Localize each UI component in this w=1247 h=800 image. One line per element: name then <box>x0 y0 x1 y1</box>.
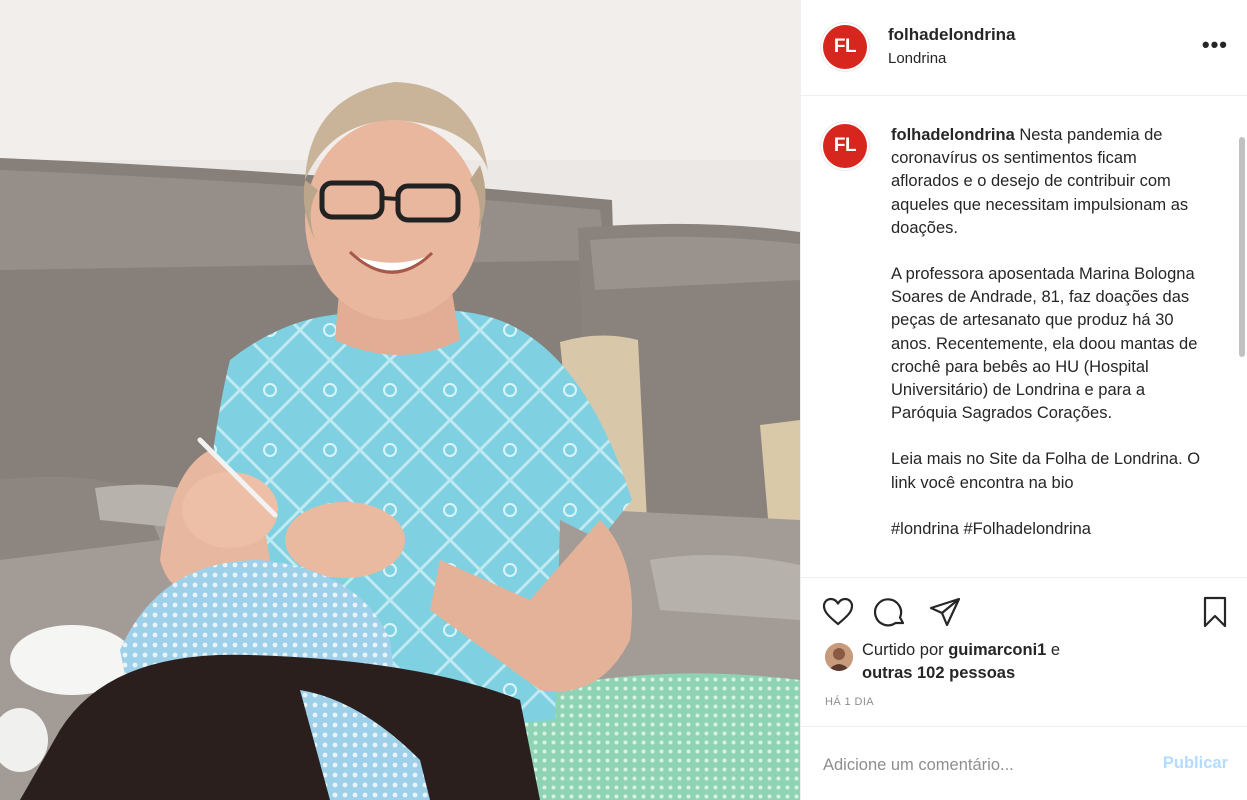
paper-plane-icon[interactable] <box>928 595 962 629</box>
comment-input[interactable] <box>823 751 1143 779</box>
post-details-panel: FL folhadelondrina Londrina ••• FL folha… <box>800 0 1247 800</box>
comment-bubble-icon[interactable] <box>874 595 908 629</box>
caption-paragraph-1: folhadelondrina Nesta pandemia de corona… <box>891 124 1206 240</box>
caption-avatar[interactable]: FL <box>823 124 867 168</box>
liked-by-conjunction: e <box>1046 641 1061 659</box>
post-timestamp[interactable]: HÁ 1 DIA <box>825 696 874 708</box>
publish-button[interactable]: Publicar <box>1163 754 1228 773</box>
caption-paragraph-3: Leia mais no Site da Folha de Londrina. … <box>891 450 1201 492</box>
instagram-post: FL folhadelondrina Londrina ••• FL folha… <box>0 0 1247 800</box>
photo-illustration <box>0 0 800 800</box>
add-comment-form: Publicar <box>801 726 1247 800</box>
likes-others-count[interactable]: outras 102 pessoas <box>862 664 1015 682</box>
more-options-icon[interactable]: ••• <box>1202 32 1228 58</box>
bookmark-icon[interactable] <box>1198 595 1232 629</box>
caption-paragraph-2: A professora aposentada Marina Bologna S… <box>891 265 1198 423</box>
post-caption: folhadelondrina Nesta pandemia de corona… <box>891 124 1206 564</box>
caption-username[interactable]: folhadelondrina <box>891 126 1015 144</box>
liker-username[interactable]: guimarconi1 <box>948 641 1046 659</box>
liked-by-prefix: Curtido por <box>862 641 949 659</box>
post-actions: Curtido por guimarconi1 e outras 102 pes… <box>801 577 1247 725</box>
comments-area[interactable]: FL folhadelondrina Nesta pandemia de cor… <box>801 97 1247 575</box>
account-username[interactable]: folhadelondrina <box>888 25 1016 45</box>
post-header: FL folhadelondrina Londrina ••• <box>801 0 1247 96</box>
likes-text: Curtido por guimarconi1 e outras 102 pes… <box>862 639 1162 685</box>
post-location[interactable]: Londrina <box>888 50 946 67</box>
account-avatar[interactable]: FL <box>823 25 867 69</box>
post-photo[interactable] <box>0 0 800 800</box>
caption-hashtags[interactable]: #londrina #Folhadelondrina <box>891 518 1206 541</box>
comments-scrollbar[interactable] <box>1239 137 1245 357</box>
liker-avatar[interactable] <box>825 643 853 671</box>
heart-icon[interactable] <box>821 595 855 629</box>
